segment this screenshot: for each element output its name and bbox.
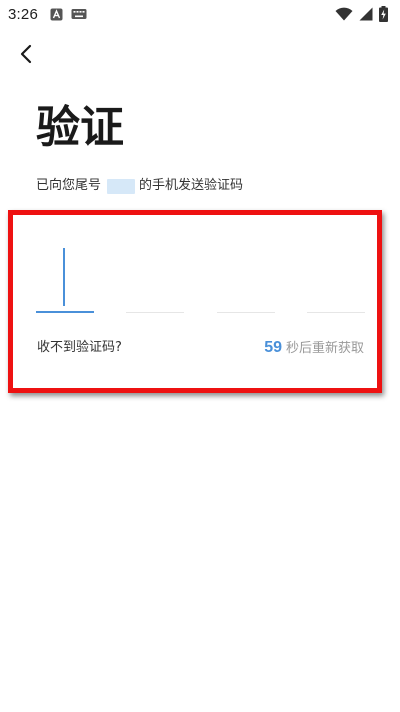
subtitle-suffix: 的手机发送验证码	[139, 178, 244, 193]
subtitle-prefix: 已向您尾号	[36, 178, 102, 193]
code-slot-2[interactable]	[126, 312, 184, 313]
resend-label: 秒后重新获取	[285, 341, 364, 356]
no-code-link[interactable]: 收不到验证码?	[37, 338, 122, 358]
chevron-left-icon	[19, 44, 33, 68]
status-bar: 3:26	[0, 0, 400, 28]
code-slot-3[interactable]	[217, 312, 275, 313]
resend-countdown: 59 秒后重新获取	[264, 337, 364, 360]
verification-screen: 3:26 验证 已向您尾号 的手机发送验证码 收不到验证码? 59 秒后重新获取	[0, 0, 400, 712]
countdown-seconds: 59	[264, 339, 282, 356]
page-title: 验证	[36, 102, 124, 153]
masked-phone-number	[107, 178, 136, 194]
wifi-icon	[335, 7, 353, 21]
cellular-signal-icon	[359, 7, 373, 21]
status-right-icons	[335, 6, 388, 22]
code-slot-1[interactable]	[36, 311, 94, 313]
status-left-icons	[50, 8, 87, 21]
keyboard-icon	[71, 8, 87, 20]
notification-a-icon	[50, 8, 63, 21]
status-time: 3:26	[8, 5, 38, 23]
text-cursor	[63, 248, 65, 306]
back-button[interactable]	[8, 38, 44, 74]
code-slot-4[interactable]	[307, 312, 365, 313]
battery-charging-icon	[379, 6, 388, 22]
subtitle: 已向您尾号 的手机发送验证码	[36, 176, 243, 196]
